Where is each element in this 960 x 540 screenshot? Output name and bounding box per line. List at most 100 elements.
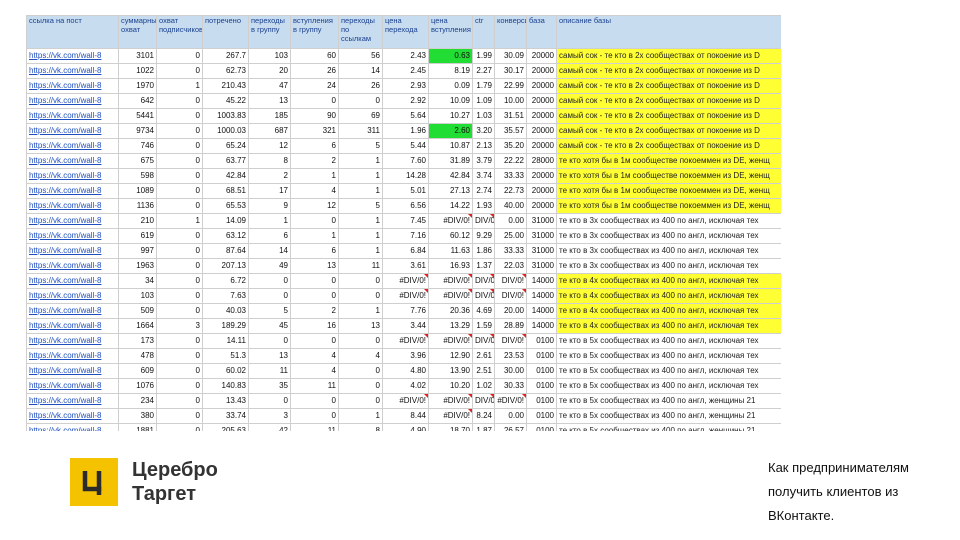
table-cell[interactable]: 5441: [118, 108, 157, 124]
post-link-cell[interactable]: https://vk.com/wall-8: [26, 258, 119, 274]
table-cell[interactable]: 20000: [526, 63, 557, 79]
table-cell[interactable]: 189.29: [202, 318, 249, 334]
table-cell[interactable]: 0: [338, 93, 383, 109]
table-cell[interactable]: 31000: [526, 243, 557, 259]
table-cell[interactable]: 0: [338, 273, 383, 289]
table-cell[interactable]: 0.00: [494, 408, 527, 424]
table-cell[interactable]: 26: [290, 63, 339, 79]
column-header[interactable]: суммарный охват: [118, 15, 157, 49]
table-cell[interactable]: 13.43: [202, 393, 249, 409]
table-cell[interactable]: 1: [338, 213, 383, 229]
table-cell[interactable]: 7.76: [382, 303, 429, 319]
table-cell[interactable]: 6.72: [202, 273, 249, 289]
table-cell[interactable]: 2.45: [382, 63, 429, 79]
table-cell[interactable]: 22.03: [494, 258, 527, 274]
base-description-cell[interactable]: те кто в 5х сообществах из 400 по англ, …: [556, 423, 781, 431]
table-cell[interactable]: 23.53: [494, 348, 527, 364]
table-cell[interactable]: 2.27: [472, 63, 495, 79]
table-cell[interactable]: 14.09: [202, 213, 249, 229]
table-cell[interactable]: 0.09: [428, 78, 473, 94]
table-cell[interactable]: DIV/0!: [494, 333, 527, 349]
table-cell[interactable]: 3.20: [472, 123, 495, 139]
table-cell[interactable]: 9734: [118, 123, 157, 139]
table-cell[interactable]: 1076: [118, 378, 157, 394]
post-link-cell[interactable]: https://vk.com/wall-8: [26, 153, 119, 169]
base-description-cell[interactable]: те кто в 3х сообществах из 400 по англ, …: [556, 228, 781, 244]
table-cell[interactable]: DIV/0: [472, 288, 495, 304]
table-cell[interactable]: 69: [338, 108, 383, 124]
column-header[interactable]: ctr: [472, 15, 495, 49]
post-link-cell[interactable]: https://vk.com/wall-8: [26, 168, 119, 184]
table-cell[interactable]: 2: [248, 168, 291, 184]
post-link-cell[interactable]: https://vk.com/wall-8: [26, 78, 119, 94]
table-cell[interactable]: 1970: [118, 78, 157, 94]
table-cell[interactable]: 2.43: [382, 48, 429, 64]
table-cell[interactable]: 40.00: [494, 198, 527, 214]
table-cell[interactable]: 1.99: [472, 48, 495, 64]
table-cell[interactable]: DIV/0: [472, 273, 495, 289]
table-cell[interactable]: #DIV/0!: [494, 393, 527, 409]
base-description-cell[interactable]: те кто хотя бы в 1м сообществе покоеммен…: [556, 198, 781, 214]
table-cell[interactable]: 1.96: [382, 123, 429, 139]
table-cell[interactable]: 26.57: [494, 423, 527, 431]
table-cell[interactable]: 619: [118, 228, 157, 244]
table-cell[interactable]: 1: [338, 183, 383, 199]
table-cell[interactable]: DIV/0: [472, 213, 495, 229]
table-cell[interactable]: 0: [290, 393, 339, 409]
table-cell[interactable]: 9: [248, 198, 291, 214]
table-cell[interactable]: 0: [156, 333, 203, 349]
table-cell[interactable]: 31000: [526, 213, 557, 229]
table-cell[interactable]: 598: [118, 168, 157, 184]
table-cell[interactable]: 2.93: [382, 78, 429, 94]
table-cell[interactable]: 14.11: [202, 333, 249, 349]
table-cell[interactable]: 1: [290, 228, 339, 244]
table-cell[interactable]: 42: [248, 423, 291, 431]
table-cell[interactable]: 1: [338, 243, 383, 259]
table-cell[interactable]: 51.3: [202, 348, 249, 364]
table-cell[interactable]: 1.03: [472, 108, 495, 124]
table-cell[interactable]: 6: [248, 228, 291, 244]
table-cell[interactable]: 0: [290, 333, 339, 349]
table-cell[interactable]: 63.77: [202, 153, 249, 169]
table-cell[interactable]: 0: [290, 408, 339, 424]
table-cell[interactable]: #DIV/0!: [382, 288, 429, 304]
table-cell[interactable]: 11: [290, 423, 339, 431]
table-cell[interactable]: 22.22: [494, 153, 527, 169]
table-cell[interactable]: 8.44: [382, 408, 429, 424]
post-link-cell[interactable]: https://vk.com/wall-8: [26, 93, 119, 109]
table-cell[interactable]: 20000: [526, 183, 557, 199]
table-cell[interactable]: 3: [156, 318, 203, 334]
table-cell[interactable]: 0: [248, 393, 291, 409]
table-cell[interactable]: 0: [156, 63, 203, 79]
table-cell[interactable]: 210: [118, 213, 157, 229]
table-cell[interactable]: 87.64: [202, 243, 249, 259]
table-cell[interactable]: 103: [248, 48, 291, 64]
table-cell[interactable]: 5.01: [382, 183, 429, 199]
table-cell[interactable]: 14: [338, 63, 383, 79]
table-cell[interactable]: 1022: [118, 63, 157, 79]
table-cell[interactable]: 5: [338, 138, 383, 154]
table-cell[interactable]: 0: [156, 183, 203, 199]
table-cell[interactable]: 20000: [526, 78, 557, 94]
base-description-cell[interactable]: те кто в 3х сообществах из 400 по англ, …: [556, 258, 781, 274]
table-cell[interactable]: 56: [338, 48, 383, 64]
post-link-cell[interactable]: https://vk.com/wall-8: [26, 408, 119, 424]
table-cell[interactable]: 1003.83: [202, 108, 249, 124]
post-link-cell[interactable]: https://vk.com/wall-8: [26, 303, 119, 319]
post-link-cell[interactable]: https://vk.com/wall-8: [26, 63, 119, 79]
table-cell[interactable]: 40.03: [202, 303, 249, 319]
table-cell[interactable]: 0: [290, 288, 339, 304]
table-cell[interactable]: 20000: [526, 108, 557, 124]
base-description-cell[interactable]: те кто в 4х сообществах из 400 по англ, …: [556, 273, 781, 289]
table-cell[interactable]: #DIV/0!: [382, 273, 429, 289]
table-cell[interactable]: 10.87: [428, 138, 473, 154]
table-cell[interactable]: 20.00: [494, 303, 527, 319]
table-cell[interactable]: 14000: [526, 288, 557, 304]
table-cell[interactable]: 609: [118, 363, 157, 379]
post-link-cell[interactable]: https://vk.com/wall-8: [26, 198, 119, 214]
table-cell[interactable]: 1: [248, 213, 291, 229]
table-cell[interactable]: 185: [248, 108, 291, 124]
table-cell[interactable]: 8.24: [472, 408, 495, 424]
table-cell[interactable]: 3.79: [472, 153, 495, 169]
post-link-cell[interactable]: https://vk.com/wall-8: [26, 348, 119, 364]
